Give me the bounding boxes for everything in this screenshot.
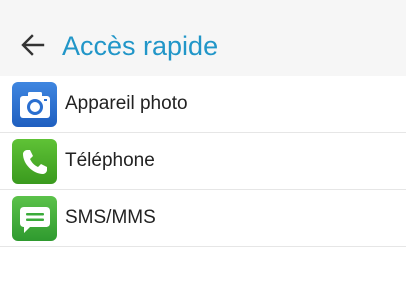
message-icon: [12, 196, 57, 241]
quick-access-screen: Accès rapide Appareil photo Téléphone SM…: [0, 0, 406, 291]
list-item-camera[interactable]: Appareil photo: [0, 76, 406, 133]
phone-icon: [12, 139, 57, 184]
list-item-label: SMS/MMS: [65, 207, 156, 228]
list-item-label: Appareil photo: [65, 93, 188, 114]
list-item-label: Téléphone: [65, 150, 155, 171]
list-item-sms[interactable]: SMS/MMS: [0, 190, 406, 247]
app-list: Appareil photo Téléphone SMS/MMS: [0, 76, 406, 247]
header-bar: Accès rapide: [0, 0, 406, 76]
arrow-left-icon: [21, 34, 45, 56]
list-item-phone[interactable]: Téléphone: [0, 133, 406, 190]
camera-icon: [12, 82, 57, 127]
back-button[interactable]: [16, 28, 50, 62]
page-title: Accès rapide: [62, 31, 219, 61]
